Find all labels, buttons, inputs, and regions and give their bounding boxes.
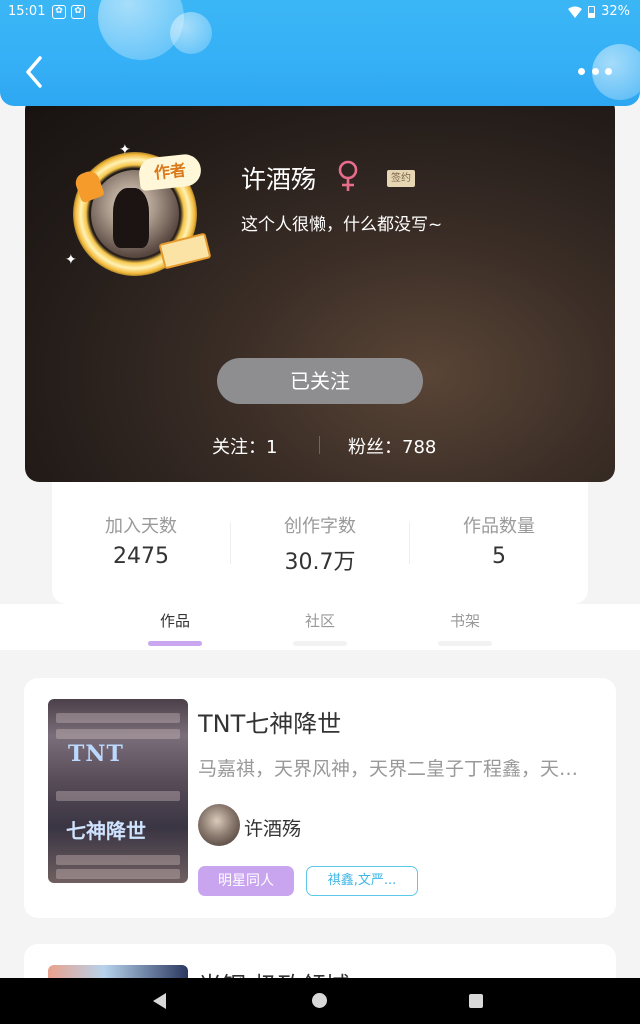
- author-bio: 这个人很懒，什么都没写~: [241, 215, 443, 235]
- paw-app-icon: ✿: [52, 5, 66, 19]
- author-badge: 作者: [137, 152, 203, 192]
- following-value: 1: [266, 437, 278, 458]
- sparkle-icon: ✦: [119, 142, 131, 158]
- stat-label: 加入天数: [105, 516, 177, 537]
- stat-value: 30.7万: [284, 550, 356, 575]
- book-card[interactable]: TNT 七神降世 TNT七神降世 马嘉祺，天界风神，天界二皇子丁程鑫，天界大皇子…: [24, 678, 616, 918]
- tab-indicator: [438, 641, 492, 646]
- following-count[interactable]: 关注：1: [212, 433, 277, 459]
- tab-bookshelf[interactable]: 书架: [438, 610, 492, 646]
- system-nav-bar: [0, 978, 640, 1024]
- fans-label: 粉丝：: [348, 437, 402, 458]
- genre-tag[interactable]: 明星同人: [198, 866, 294, 896]
- top-header: 15:01 ✿ ✿ 32%: [0, 0, 640, 106]
- cover-decoration: [56, 791, 180, 801]
- fans-value: 788: [402, 437, 437, 458]
- tab-label: 作品: [159, 612, 190, 630]
- stat-word-count: 创作字数 30.7万: [231, 512, 409, 576]
- dot: [605, 67, 612, 75]
- dot: [591, 67, 599, 75]
- book-description: 马嘉祺，天界风神，天界二皇子丁程鑫，天界大皇子: [198, 758, 590, 780]
- battery-icon: [588, 5, 596, 18]
- tab-works[interactable]: 作品: [148, 610, 202, 646]
- sparkle-icon: ✦: [65, 252, 77, 268]
- dot: [578, 67, 585, 75]
- nav-recents-icon[interactable]: [469, 994, 483, 1008]
- follow-button[interactable]: 已关注: [217, 358, 423, 404]
- profile-tabs: 作品 社区 书架: [0, 604, 640, 650]
- stat-join-days: 加入天数 2475: [52, 512, 230, 569]
- book-author: 许酒殇: [244, 818, 302, 840]
- cover-subtitle: 七神降世: [66, 819, 146, 843]
- stat-label: 作品数量: [463, 516, 535, 537]
- tab-label: 社区: [304, 612, 335, 630]
- following-label: 关注：: [212, 437, 266, 458]
- signed-badge: 签约: [387, 170, 415, 187]
- author-avatar-frame[interactable]: 作者 ✦ ✦: [63, 142, 213, 292]
- tab-label: 书架: [449, 612, 480, 630]
- fans-count[interactable]: 粉丝：788: [348, 433, 436, 459]
- keyword-tag[interactable]: 祺鑫,文严...: [306, 866, 418, 896]
- nav-back-icon[interactable]: [153, 993, 166, 1009]
- tab-indicator: [293, 641, 347, 646]
- stat-value: 5: [492, 544, 506, 569]
- stat-value: 2475: [113, 544, 169, 569]
- avatar: [198, 804, 240, 846]
- book-title: TNT七神降世: [198, 710, 342, 738]
- status-time: 15:01: [8, 4, 46, 19]
- wifi-icon: [568, 6, 583, 18]
- stats-card: 加入天数 2475 创作字数 30.7万 作品数量 5: [52, 482, 588, 604]
- count-divider: [319, 436, 320, 454]
- author-name: 许酒殇: [241, 165, 317, 194]
- book-cover[interactable]: TNT 七神降世: [48, 699, 188, 883]
- more-dots-icon[interactable]: [578, 63, 612, 79]
- status-bar: 15:01 ✿ ✿ 32%: [0, 0, 640, 24]
- cover-decoration: [56, 729, 180, 739]
- paw-app-icon: ✿: [71, 5, 85, 19]
- female-icon: [338, 160, 358, 191]
- stat-label: 创作字数: [284, 516, 356, 537]
- cover-decoration: [56, 713, 180, 723]
- tab-community[interactable]: 社区: [293, 610, 347, 646]
- cover-decoration: [56, 855, 180, 865]
- tab-indicator: [148, 641, 202, 646]
- battery-level: 32%: [601, 4, 630, 19]
- profile-card: 作者 ✦ ✦ 许酒殇 签约 这个人很懒，什么都没写~ 已关注 关注：1 粉丝：7…: [25, 96, 615, 482]
- cover-title: TNT: [68, 741, 124, 767]
- back-chevron-icon[interactable]: [20, 54, 48, 90]
- cover-decoration: [56, 869, 180, 879]
- status-indicators: 32%: [568, 4, 630, 19]
- nav-home-icon[interactable]: [312, 993, 327, 1008]
- stat-works-count: 作品数量 5: [410, 512, 588, 569]
